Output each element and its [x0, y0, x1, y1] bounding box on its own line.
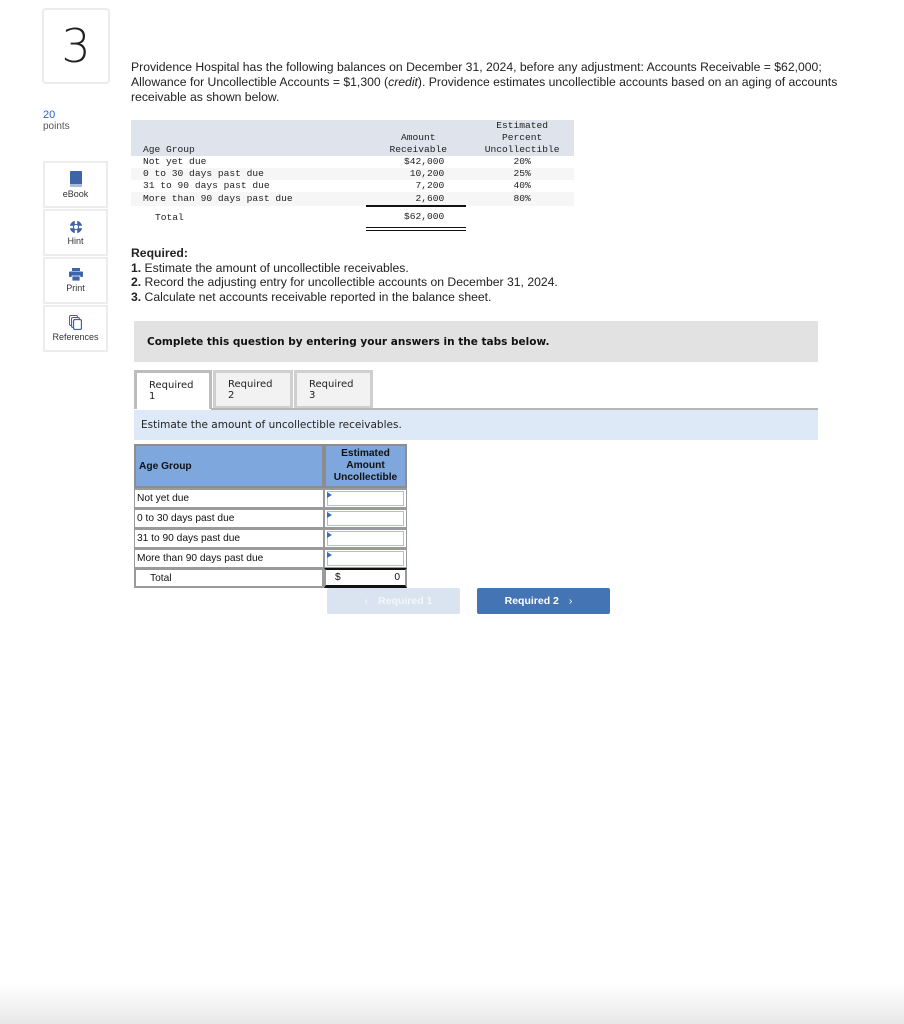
- ebook-button[interactable]: eBook: [43, 161, 108, 208]
- ebook-label: eBook: [62, 188, 89, 199]
- answer-cell: [324, 508, 407, 528]
- input-flag-icon: [327, 492, 332, 498]
- aging-row-percent: 40%: [513, 180, 531, 191]
- answer-total-label: Total: [134, 568, 324, 588]
- tab-bar: Required 1 Required 2 Required 3: [134, 370, 374, 409]
- aging-row-group: More than 90 days past due: [131, 192, 367, 206]
- printer-icon: [68, 268, 83, 281]
- tab-required-3[interactable]: Required 3: [294, 370, 373, 409]
- book-icon: [69, 170, 82, 187]
- chevron-right-icon: ›: [568, 595, 573, 607]
- next-button-label: Required 2: [504, 595, 559, 607]
- answer-total-cell: $0: [324, 568, 407, 588]
- answer-table: Age Group Estimated Amount Uncollectible N…: [134, 444, 407, 588]
- aging-row-group: 31 to 90 days past due: [143, 180, 270, 191]
- points-label: points: [43, 121, 70, 132]
- aging-row-percent: 20%: [513, 156, 531, 167]
- answer-header-row: Age Group Estimated Amount Uncollectible: [134, 444, 407, 488]
- answer-total-row: Total $0: [134, 568, 407, 588]
- next-required-button[interactable]: Required 2 ›: [477, 588, 610, 614]
- answer-cell: [324, 548, 407, 568]
- documents-icon: [69, 315, 82, 330]
- aging-row-amount: 2,600: [366, 192, 467, 207]
- tab-description: Estimate the amount of uncollectible rec…: [134, 410, 818, 440]
- references-button[interactable]: References: [43, 305, 108, 352]
- instruction-banner: Complete this question by entering your …: [134, 321, 818, 362]
- aging-row: 0 to 30 days past due 10,200 25%: [131, 168, 574, 180]
- print-button[interactable]: Print: [43, 257, 108, 304]
- answer-row-label: More than 90 days past due: [134, 548, 324, 568]
- aging-row-percent: 25%: [466, 168, 574, 180]
- aging-row-amount: 7,200: [415, 180, 445, 191]
- aging-total-empty: [466, 206, 574, 229]
- answer-cell: [324, 488, 407, 508]
- aging-header-amount: Amount Receivable: [366, 120, 467, 156]
- answer-row-label: 0 to 30 days past due: [134, 508, 324, 528]
- answer-header-age-group: Age Group: [134, 444, 324, 488]
- answer-row: 0 to 30 days past due: [134, 508, 407, 528]
- aging-total-amount: $62,000: [366, 206, 467, 231]
- print-label: Print: [66, 283, 85, 293]
- answer-cell: [324, 528, 407, 548]
- aging-row-group: 0 to 30 days past due: [131, 168, 367, 180]
- references-label: References: [52, 332, 99, 342]
- required-heading: Required:: [131, 246, 188, 260]
- aging-row: 31 to 90 days past due 7,200 40%: [131, 180, 574, 192]
- answer-row-label: 31 to 90 days past due: [134, 528, 324, 548]
- aging-header-percent: Estimated Percent Uncollectible: [466, 120, 574, 156]
- required-item: 1. Estimate the amount of uncollectible …: [131, 260, 409, 275]
- points-block: 20 points: [43, 109, 70, 133]
- aging-header-age-group: Age Group: [131, 120, 367, 156]
- lifebuoy-icon: [68, 219, 83, 234]
- answer-row-label: Not yet due: [134, 488, 324, 508]
- required-item: 3. Calculate net accounts receivable rep…: [131, 289, 492, 304]
- answer-total-currency: $: [335, 572, 341, 583]
- input-flag-icon: [327, 532, 332, 538]
- answer-row: More than 90 days past due: [134, 548, 407, 568]
- hint-label: Hint: [67, 235, 84, 246]
- aging-schedule-table: Age Group Amount Receivable Estimated Perc…: [131, 120, 574, 231]
- uncollectible-input-not-yet-due[interactable]: [327, 491, 404, 506]
- required-item: 2. Record the adjusting entry for uncoll…: [131, 275, 558, 289]
- answer-row: Not yet due: [134, 488, 407, 508]
- points-value: 20: [43, 109, 56, 121]
- aging-row-group: Not yet due: [143, 156, 207, 167]
- aging-row: More than 90 days past due 2,600 80%: [131, 192, 574, 207]
- problem-statement: Providence Hospital has the following ba…: [131, 60, 876, 105]
- aging-row-percent: 80%: [466, 192, 574, 206]
- bottom-fade: [0, 984, 904, 1024]
- tab-required-1[interactable]: Required 1: [134, 370, 212, 409]
- answer-row: 31 to 90 days past due: [134, 528, 407, 548]
- uncollectible-input-0-30-days[interactable]: [327, 511, 404, 526]
- aging-row-amount: 10,200: [366, 168, 467, 180]
- aging-header-row: Age Group Amount Receivable Estimated Perc…: [131, 120, 574, 156]
- input-flag-icon: [327, 512, 332, 518]
- question-number: 3: [42, 8, 110, 84]
- answer-header-amount: Estimated Amount Uncollectible: [324, 444, 407, 488]
- prev-button-label: Required 1: [378, 595, 433, 607]
- aging-total-label: Total: [131, 206, 367, 229]
- aging-total-row: Total $62,000: [131, 206, 574, 231]
- tab-required-2[interactable]: Required 2: [213, 370, 293, 409]
- uncollectible-input-over-90-days[interactable]: [327, 551, 404, 566]
- intro-text-credit: credit: [388, 75, 418, 89]
- chevron-left-icon: ‹: [364, 595, 369, 607]
- aging-row-amount: $42,000: [403, 156, 445, 167]
- prev-required-button[interactable]: ‹ Required 1: [327, 588, 460, 614]
- hint-button[interactable]: Hint: [43, 209, 108, 256]
- aging-row: Not yet due $42,000 20%: [131, 156, 574, 168]
- required-list: Required: 1. Estimate the amount of unco…: [131, 246, 558, 304]
- uncollectible-input-31-90-days[interactable]: [327, 531, 404, 546]
- input-flag-icon: [327, 552, 332, 558]
- answer-total-value: 0: [394, 572, 400, 583]
